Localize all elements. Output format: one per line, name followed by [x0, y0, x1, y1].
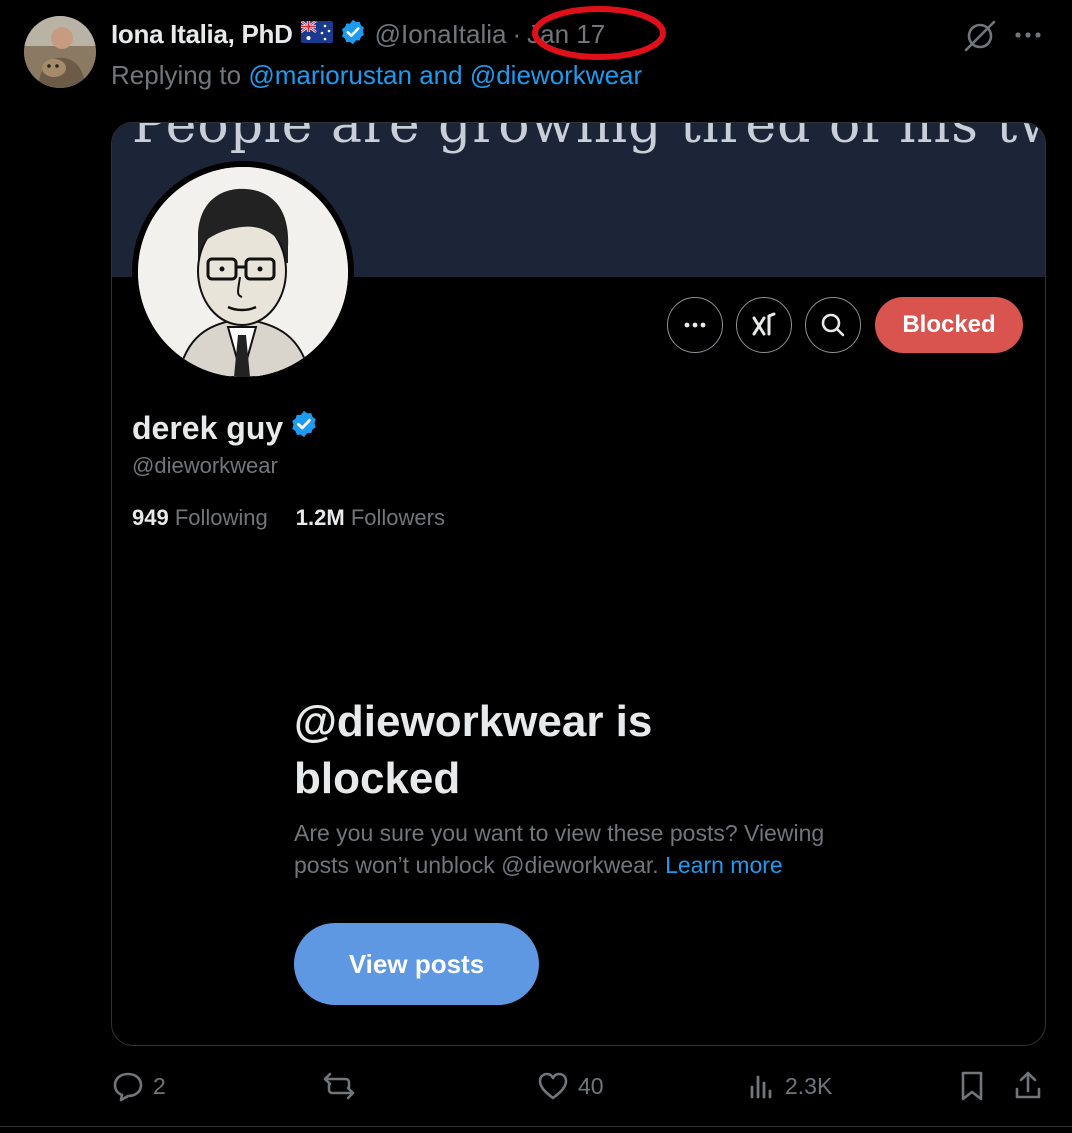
blocked-description: Are you sure you want to view these post… [294, 817, 874, 881]
like-button[interactable]: 40 [536, 1064, 604, 1108]
blocked-title: @dieworkwear is blocked [294, 697, 653, 803]
heart-icon [538, 1072, 568, 1100]
views-count: 2.3K [785, 1072, 833, 1099]
followers-label: Followers [350, 505, 445, 530]
grok-button[interactable] [736, 297, 792, 353]
blocked-button[interactable]: Blocked [875, 297, 1023, 353]
view-posts-button[interactable]: View posts [294, 923, 539, 1005]
bookmark-icon [961, 1071, 983, 1101]
banner-text: People are growing tired of his tweets. [132, 123, 1045, 155]
post-header: Iona Italia, PhD @IonaItalia · Jan 17 [111, 14, 605, 54]
xai-icon [752, 312, 776, 336]
profile-handle: @dieworkwear [132, 453, 278, 478]
profile-more-button[interactable] [667, 297, 723, 353]
verified-badge-icon [289, 409, 319, 447]
repost-button[interactable] [321, 1064, 365, 1108]
learn-more-link[interactable]: Learn more [665, 852, 783, 878]
following-label: Following [174, 505, 268, 530]
profile-search-button[interactable] [805, 297, 861, 353]
embedded-profile-card[interactable]: People are growing tired of his tweets. [111, 122, 1046, 1046]
replying-and: and [411, 60, 470, 90]
profile-avatar[interactable] [132, 161, 354, 383]
profile-name[interactable]: derek guy [132, 410, 283, 447]
views-chart-icon [750, 1075, 772, 1099]
author-name[interactable]: Iona Italia, PhD [111, 19, 293, 50]
post: Iona Italia, PhD @IonaItalia · Jan 17 Re… [0, 0, 1072, 1133]
grok-icon[interactable] [962, 18, 998, 59]
followers-stat[interactable]: 1.2M Followers [296, 505, 445, 530]
post-actions: 2 40 2.3K [111, 1064, 1051, 1108]
author-handle[interactable]: @IonaItalia [375, 19, 507, 50]
following-stat[interactable]: 949 Following [132, 505, 268, 530]
profile-stats: 949 Following 1.2M Followers [132, 505, 445, 531]
australia-flag-icon [299, 19, 333, 48]
separator-dot: · [512, 18, 522, 49]
like-count: 40 [578, 1072, 604, 1099]
share-icon [1015, 1071, 1041, 1099]
following-count: 949 [132, 505, 169, 530]
verified-badge-icon [339, 18, 367, 51]
more-dots-icon [684, 322, 706, 328]
reply-count: 2 [153, 1072, 166, 1099]
bookmark-button[interactable] [957, 1064, 987, 1108]
post-date[interactable]: Jan 17 [527, 19, 605, 50]
reply-button[interactable]: 2 [111, 1064, 166, 1108]
share-button[interactable] [1012, 1064, 1044, 1108]
replying-to: Replying to @mariorustan and @dieworkwea… [111, 60, 642, 91]
repost-icon [323, 1072, 355, 1100]
profile-name-row: derek guy [132, 409, 319, 447]
search-icon [821, 313, 845, 337]
replying-to-label: Replying to [111, 60, 249, 90]
reply-icon [113, 1072, 143, 1102]
divider [0, 1126, 1072, 1127]
followers-count: 1.2M [295, 505, 345, 530]
author-avatar[interactable] [24, 16, 96, 88]
views-button[interactable]: 2.3K [747, 1064, 832, 1108]
mention-dieworkwear[interactable]: @dieworkwear [470, 60, 642, 90]
more-options-icon[interactable] [1010, 20, 1046, 55]
mention-mariorustan[interactable]: @mariorustan [248, 60, 412, 90]
